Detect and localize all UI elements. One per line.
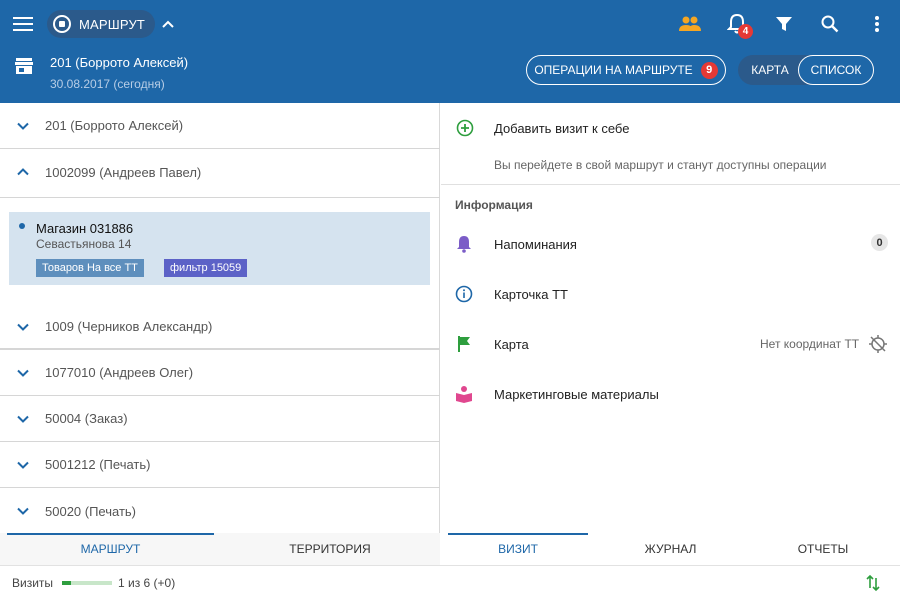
- info-icon: [454, 284, 474, 304]
- app-header: МАРШРУТ 4 201 (Боррото Алексей) 30.08.20…: [0, 0, 900, 103]
- route-title: 201 (Боррото Алексей): [50, 55, 189, 70]
- view-toggle: КАРТА СПИСОК: [738, 55, 874, 85]
- store-icon: [13, 56, 35, 76]
- search-icon[interactable]: [819, 13, 841, 35]
- status-bar: Визиты 1 из 6 (+0): [0, 565, 900, 599]
- marketing-materials-item[interactable]: Маркетинговые материалы: [494, 387, 659, 402]
- list-item[interactable]: 5001212 (Печать): [0, 442, 440, 488]
- chevron-up-icon: [0, 168, 45, 176]
- route-selector[interactable]: МАРШРУТ: [47, 10, 156, 38]
- list-item-label: 50004 (Заказ): [45, 411, 128, 426]
- bell-icon: [454, 234, 474, 254]
- chevron-down-icon: [0, 122, 45, 130]
- tag-badge: Товаров На все ТТ: [36, 259, 144, 277]
- reminders-count-badge: 0: [871, 234, 888, 251]
- visits-label: Визиты: [12, 576, 54, 590]
- shop-address: Севастьянова 14: [36, 237, 132, 251]
- store-card-item[interactable]: Карточка ТТ: [494, 287, 568, 302]
- route-list-panel: 201 (Боррото Алексей) 1002099 (Андреев П…: [0, 103, 440, 565]
- progress-fill: [62, 581, 71, 585]
- people-icon[interactable]: [678, 12, 702, 36]
- list-item[interactable]: 1009 (Черников Александр): [0, 304, 440, 350]
- shop-card[interactable]: Магазин 031886 Севастьянова 14 Товаров Н…: [9, 212, 430, 285]
- tab-territory[interactable]: ТЕРРИТОРИЯ: [220, 533, 440, 565]
- route-date: 30.08.2017 (сегодня): [50, 77, 165, 91]
- book-reader-icon: [454, 384, 474, 404]
- list-item-label: 50020 (Печать): [45, 503, 137, 519]
- add-visit-hint: Вы перейдете в свой маршрут и станут дос…: [494, 158, 827, 172]
- list-item-label: 5001212 (Печать): [45, 457, 151, 472]
- list-item-label: 1077010 (Андреев Олег): [45, 365, 194, 380]
- add-circle-icon[interactable]: [455, 118, 475, 138]
- sync-arrows-icon[interactable]: [864, 574, 882, 592]
- tab-visit[interactable]: ВИЗИТ: [448, 533, 588, 565]
- reminders-item[interactable]: Напоминания: [494, 237, 577, 252]
- tab-journal[interactable]: ЖУРНАЛ: [598, 533, 743, 565]
- filter-icon[interactable]: [773, 13, 795, 35]
- route-label: МАРШРУТ: [79, 16, 146, 32]
- chevron-down-icon: [0, 369, 45, 377]
- chevron-down-icon: [0, 323, 45, 331]
- location-off-icon[interactable]: [868, 334, 888, 354]
- route-operations-button[interactable]: ОПЕРАЦИИ НА МАРШРУТЕ 9: [526, 55, 726, 85]
- tab-reports[interactable]: ОТЧЕТЫ: [748, 533, 898, 565]
- list-item[interactable]: 201 (Боррото Алексей): [0, 103, 440, 149]
- visits-count: 1 из 6 (+0): [118, 576, 176, 590]
- list-item[interactable]: 1077010 (Андреев Олег): [0, 350, 440, 396]
- flag-icon: [454, 334, 474, 354]
- list-item-label: 1009 (Черников Александр): [45, 319, 213, 334]
- list-item[interactable]: 50004 (Заказ): [0, 396, 440, 442]
- chevron-down-icon: [0, 415, 45, 423]
- no-coordinates-text: Нет координат ТТ: [760, 337, 860, 351]
- list-item[interactable]: 50020 (Печать): [0, 488, 440, 534]
- route-operations-label: ОПЕРАЦИИ НА МАРШРУТЕ: [534, 63, 693, 77]
- list-view-button[interactable]: СПИСОК: [798, 55, 874, 85]
- chevron-down-icon: [0, 461, 45, 469]
- add-visit-button[interactable]: Добавить визит к себе: [494, 121, 629, 136]
- chevron-up-icon[interactable]: [159, 15, 177, 33]
- tab-route[interactable]: МАРШРУТ: [7, 533, 214, 565]
- map-view-button[interactable]: КАРТА: [738, 55, 802, 85]
- visits-progress-bar: [62, 581, 112, 585]
- right-tabs: ВИЗИТ ЖУРНАЛ ОТЧЕТЫ: [441, 533, 900, 565]
- operations-count-badge: 9: [700, 61, 718, 79]
- divider: [441, 184, 900, 185]
- section-header: Информация: [455, 198, 533, 212]
- status-dot: [19, 223, 25, 229]
- list-item-label: 1002099 (Андреев Павел): [45, 164, 202, 180]
- chevron-down-icon: [0, 507, 45, 515]
- menu-icon[interactable]: [12, 14, 34, 34]
- map-item[interactable]: Карта: [494, 337, 529, 352]
- tag-badge: фильтр 15059: [164, 259, 248, 277]
- more-vert-icon[interactable]: [869, 13, 885, 35]
- shop-name: Магазин 031886: [36, 221, 134, 236]
- left-tabs: МАРШРУТ ТЕРРИТОРИЯ: [0, 533, 440, 565]
- list-item-label: 201 (Боррото Алексей): [45, 118, 184, 133]
- visit-details-panel: Добавить визит к себе Вы перейдете в сво…: [441, 103, 900, 565]
- record-icon: [53, 15, 71, 33]
- notifications-badge: 4: [738, 24, 753, 39]
